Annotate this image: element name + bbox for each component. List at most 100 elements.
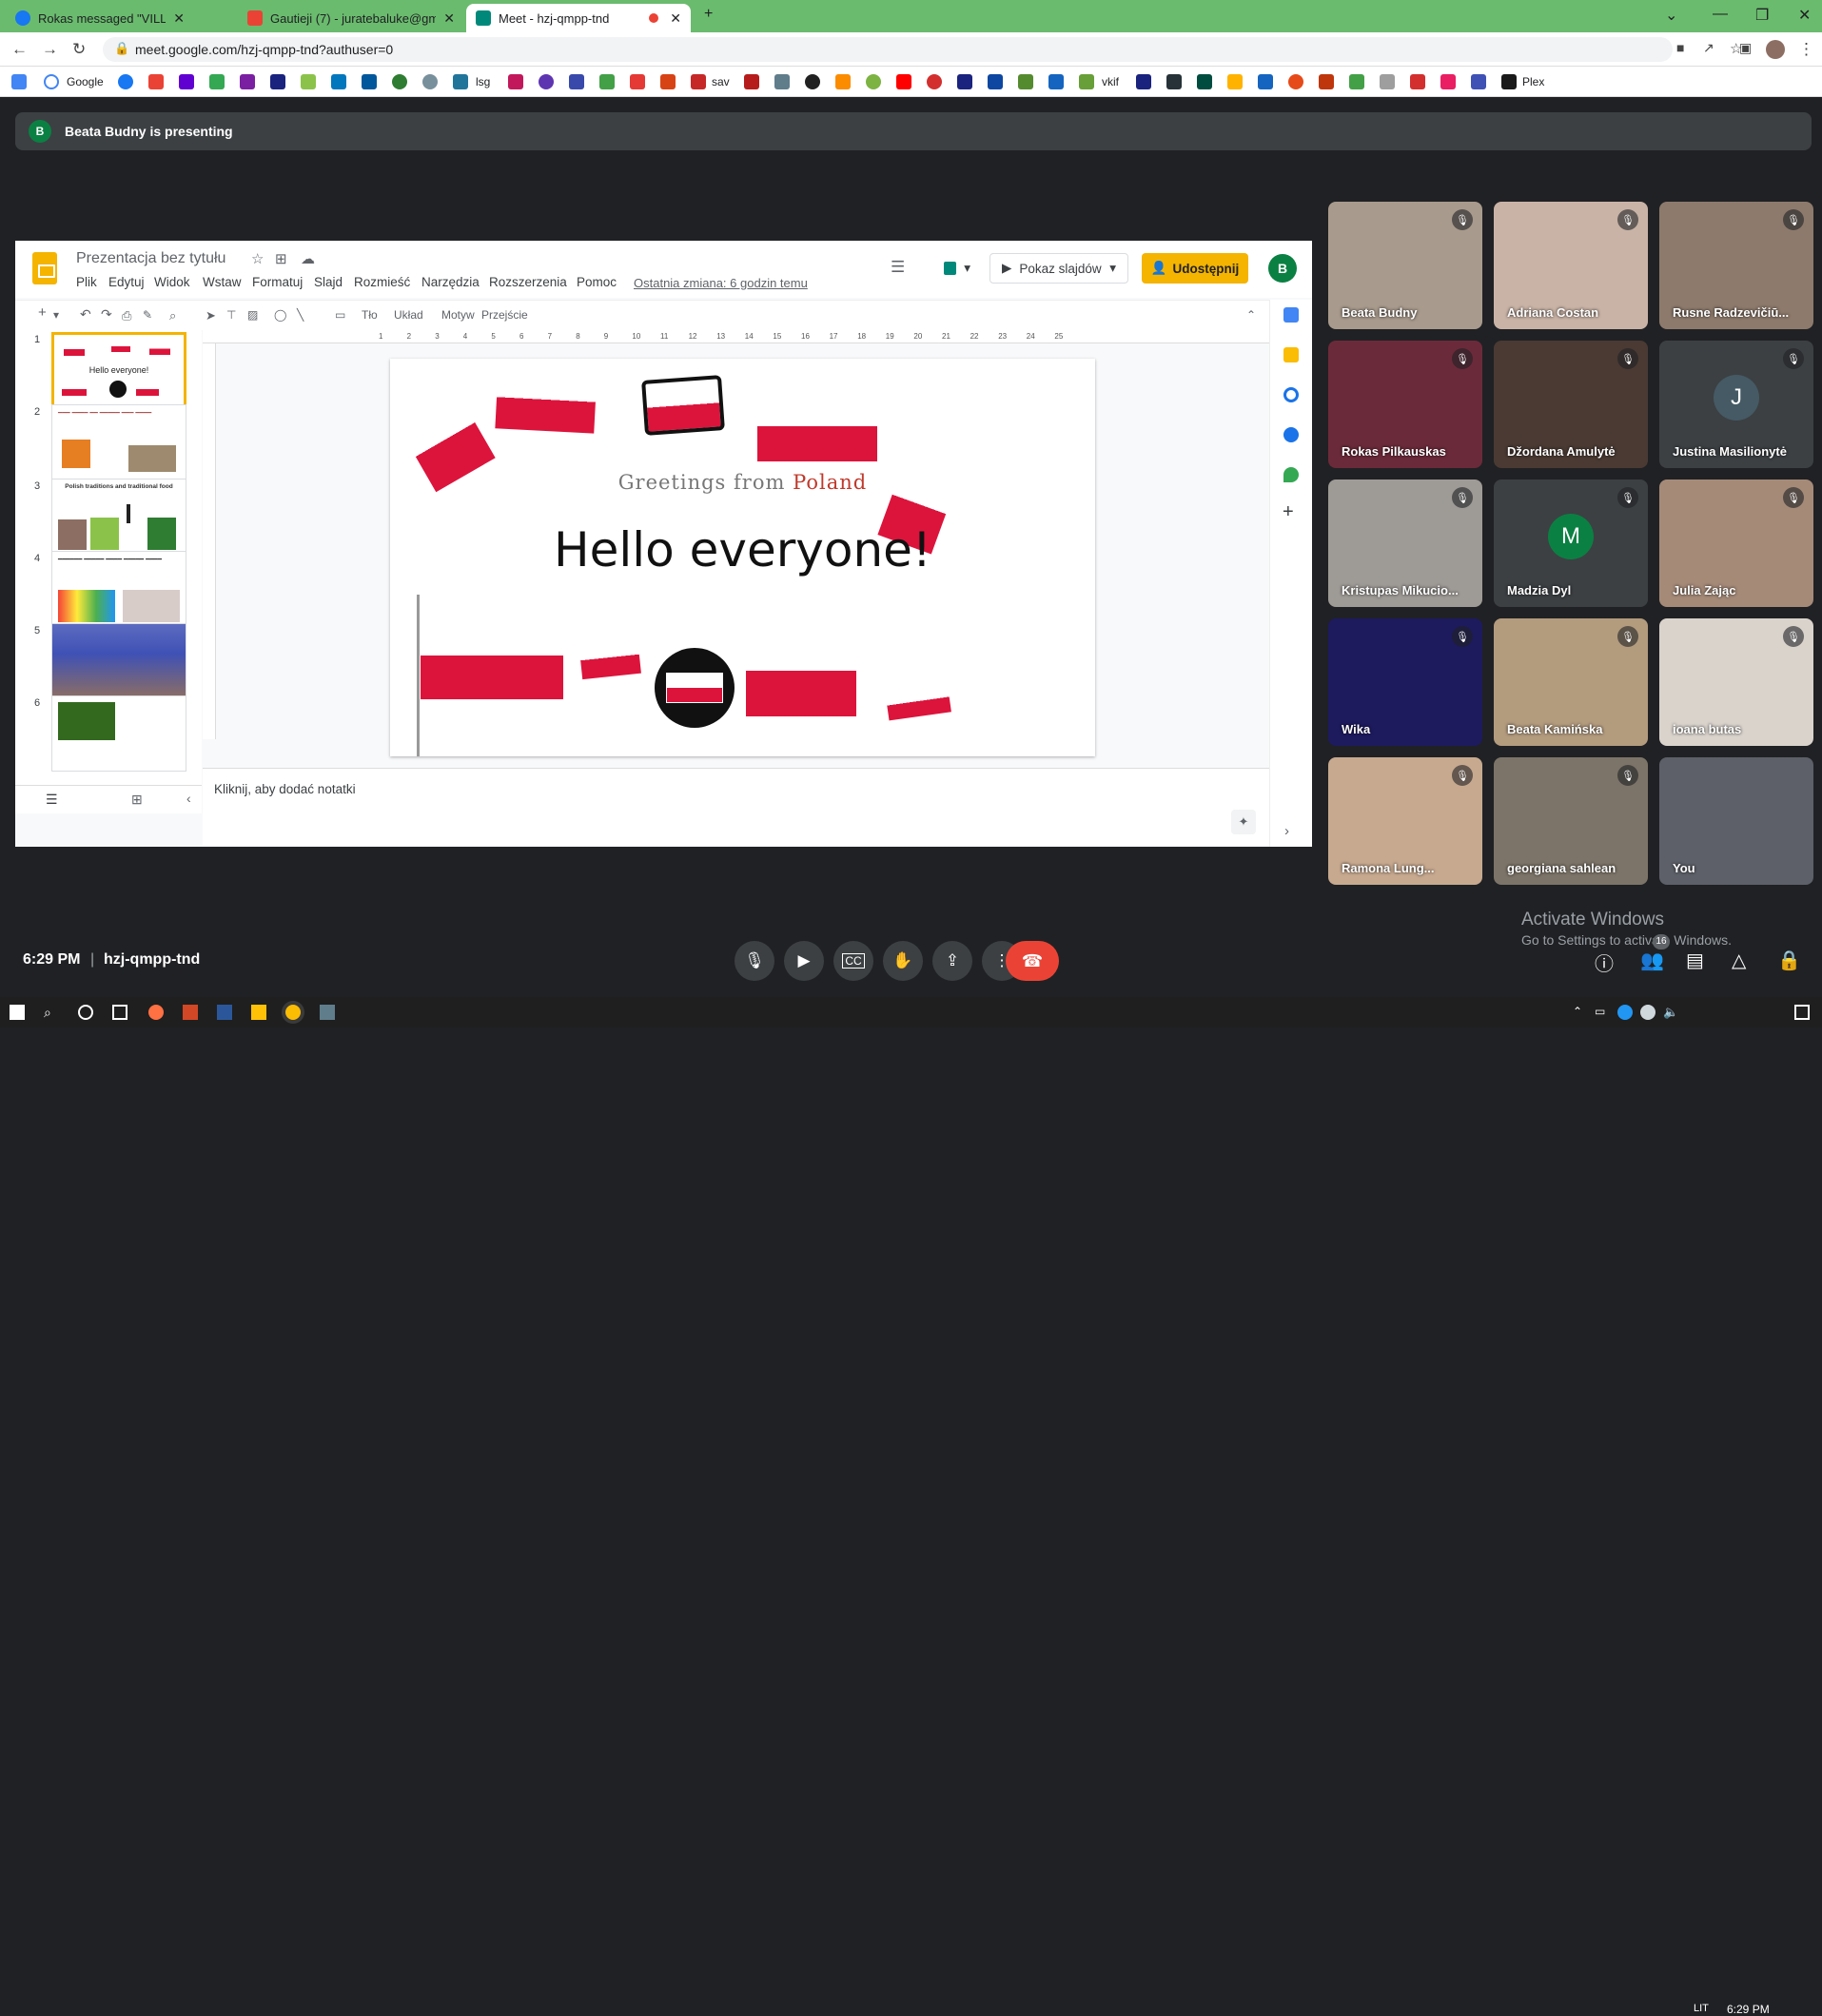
share-page-icon[interactable]: ↗ [1703, 40, 1714, 56]
bookmark-icon[interactable] [988, 74, 1003, 89]
zoom-icon[interactable]: ⌕ [169, 308, 176, 323]
windows-start-icon[interactable] [10, 1005, 25, 1020]
bookmark-icon[interactable] [539, 74, 554, 89]
menu-help[interactable]: Pomoc [577, 275, 617, 289]
keep-icon[interactable] [1283, 347, 1299, 362]
calendar-icon[interactable] [1283, 307, 1299, 323]
tray-chevron-icon[interactable]: ⌃ [1573, 1005, 1588, 1020]
bookmark-icon[interactable] [362, 74, 377, 89]
toolbar-layout[interactable]: Układ [394, 308, 423, 322]
file-explorer-icon[interactable] [251, 1005, 266, 1020]
profile-avatar[interactable] [1766, 40, 1785, 59]
word-icon[interactable] [217, 1005, 232, 1020]
wordpress-icon[interactable] [453, 74, 468, 89]
contacts-icon[interactable] [1283, 427, 1299, 442]
bookmark-icon[interactable] [744, 74, 759, 89]
plex-icon[interactable] [1501, 74, 1517, 89]
participant-tile[interactable]: 🎙 Wika [1328, 618, 1482, 746]
bookmark-icon[interactable] [805, 74, 820, 89]
bookmark-icon[interactable] [1197, 74, 1212, 89]
bookmark-icon[interactable] [1079, 74, 1094, 89]
paint-format-icon[interactable]: ✎ [143, 308, 152, 322]
forward-icon[interactable]: → [42, 40, 58, 59]
close-tab-icon[interactable]: ✕ [173, 10, 185, 27]
camera-indicator-icon[interactable]: ■ [1676, 40, 1684, 55]
youtube-icon[interactable] [896, 74, 911, 89]
bookmark-icon[interactable] [1349, 74, 1364, 89]
chevron-down-icon[interactable]: ▾ [53, 308, 59, 322]
participant-tile[interactable]: 🎙 ioana butas [1659, 618, 1813, 746]
participant-tile[interactable]: 🎙 Adriana Costan [1494, 202, 1648, 329]
participant-tile[interactable]: 🎙 Beata Budny [1328, 202, 1482, 329]
menu-tools[interactable]: Narzędzia [421, 275, 480, 289]
meeting-info-icon[interactable]: ⓘ [1595, 949, 1614, 976]
menu-file[interactable]: Plik [76, 275, 97, 289]
powerpoint-icon[interactable] [183, 1005, 198, 1020]
bookmark-icon[interactable] [1018, 74, 1033, 89]
present-button[interactable]: ⇪ [932, 941, 972, 981]
notifications-icon[interactable] [1794, 1005, 1810, 1020]
search-icon[interactable]: ⌕ [44, 1005, 59, 1020]
grid-view-icon[interactable]: ⊞ [131, 792, 143, 808]
browser-tab-facebook[interactable]: Rokas messaged "VILLAGE LIFE" ✕ [6, 4, 194, 32]
maps-icon[interactable] [1283, 467, 1299, 482]
chevron-down-icon[interactable]: ▾ [1109, 261, 1116, 276]
collapse-panel-icon[interactable]: ‹ [186, 791, 191, 806]
bookmark-icon[interactable] [691, 74, 706, 89]
bookmark-icon[interactable] [209, 74, 225, 89]
bookmark-icon[interactable] [1136, 74, 1151, 89]
bookmark-icon[interactable] [240, 74, 255, 89]
tab-search-icon[interactable]: ⌄ [1665, 6, 1677, 25]
participant-tile[interactable]: 🎙 Rokas Pilkauskas [1328, 341, 1482, 468]
participant-tile[interactable]: 🎙 Ramona Lung... [1328, 757, 1482, 885]
slide-thumbnail[interactable]: Polish traditions and traditional food [51, 479, 186, 555]
slide-thumbnail[interactable]: ━━━━━━ ━━━━━ ━━━━ ━━━━━ ━━━━ [51, 551, 186, 627]
participant-tile[interactable]: 🎙 J Justina Masilionytė [1659, 341, 1813, 468]
google-icon[interactable] [44, 74, 59, 89]
firefox-icon[interactable] [148, 1005, 164, 1020]
add-addon-icon[interactable]: + [1283, 501, 1294, 523]
yahoo-icon[interactable] [179, 74, 194, 89]
reload-icon[interactable]: ↻ [72, 40, 86, 59]
chrome-icon[interactable] [285, 1005, 301, 1020]
toolbar-transition[interactable]: Przejście [481, 308, 528, 322]
toolbar-theme[interactable]: Motyw [441, 308, 475, 322]
bookmark-icon[interactable] [508, 74, 523, 89]
slideshow-button[interactable]: ▶ Pokaz slajdów ▾ [989, 253, 1128, 284]
bookmark-icon[interactable] [1380, 74, 1395, 89]
bookmark-icon[interactable] [1258, 74, 1273, 89]
text-box-icon[interactable]: ⊤ [226, 308, 236, 322]
back-icon[interactable]: ← [11, 40, 28, 59]
host-controls-icon[interactable]: 🔒 [1777, 949, 1801, 972]
bookmark-icon[interactable] [835, 74, 851, 89]
bookmark-icon[interactable] [1410, 74, 1425, 89]
slide-thumbnail[interactable]: ━━━ ━━━━ ━━ ━━━━━ ━━━ ━━━━ [51, 404, 186, 480]
close-tab-icon[interactable]: ✕ [670, 10, 681, 27]
bookmark-icon[interactable] [957, 74, 972, 89]
bookmark-plex[interactable]: Plex [1522, 75, 1544, 88]
bookmark-icon[interactable] [1227, 74, 1243, 89]
bookmark-lsg[interactable]: lsg [476, 75, 490, 88]
cloud-icon[interactable] [1640, 1005, 1655, 1020]
bookmark-icon[interactable] [1440, 74, 1456, 89]
raise-hand-button[interactable]: ✋ [883, 941, 923, 981]
participant-tile[interactable]: 🎙 Džordana Amulytė [1494, 341, 1648, 468]
gmail-bookmark-icon[interactable] [148, 74, 164, 89]
browser-tab-meet[interactable]: Meet - hzj-qmpp-tnd ✕ [466, 4, 691, 32]
new-tab-icon[interactable]: + [704, 6, 713, 23]
facebook-bookmark-icon[interactable] [118, 74, 133, 89]
list-view-icon[interactable]: ☰ [46, 792, 58, 808]
menu-extensions[interactable]: Rozszerzenia [489, 275, 567, 289]
bookmark-icon[interactable] [599, 74, 615, 89]
side-panel-icon[interactable]: ▣ [1739, 40, 1752, 56]
bookmark-icon[interactable] [1288, 74, 1303, 89]
bookmark-icon[interactable] [569, 74, 584, 89]
bookmark-icon[interactable] [866, 74, 881, 89]
onedrive-icon[interactable] [1617, 1005, 1633, 1020]
last-change-link[interactable]: Ostatnia zmiana: 6 godzin temu [634, 276, 808, 290]
bookmark-vkif[interactable]: vkif [1102, 75, 1119, 88]
share-button[interactable]: 👤 Udostępnij [1142, 253, 1248, 284]
comment-icon[interactable]: ▭ [335, 308, 345, 322]
people-icon[interactable]: 👥 [1640, 949, 1664, 972]
account-avatar[interactable]: B [1268, 254, 1297, 283]
